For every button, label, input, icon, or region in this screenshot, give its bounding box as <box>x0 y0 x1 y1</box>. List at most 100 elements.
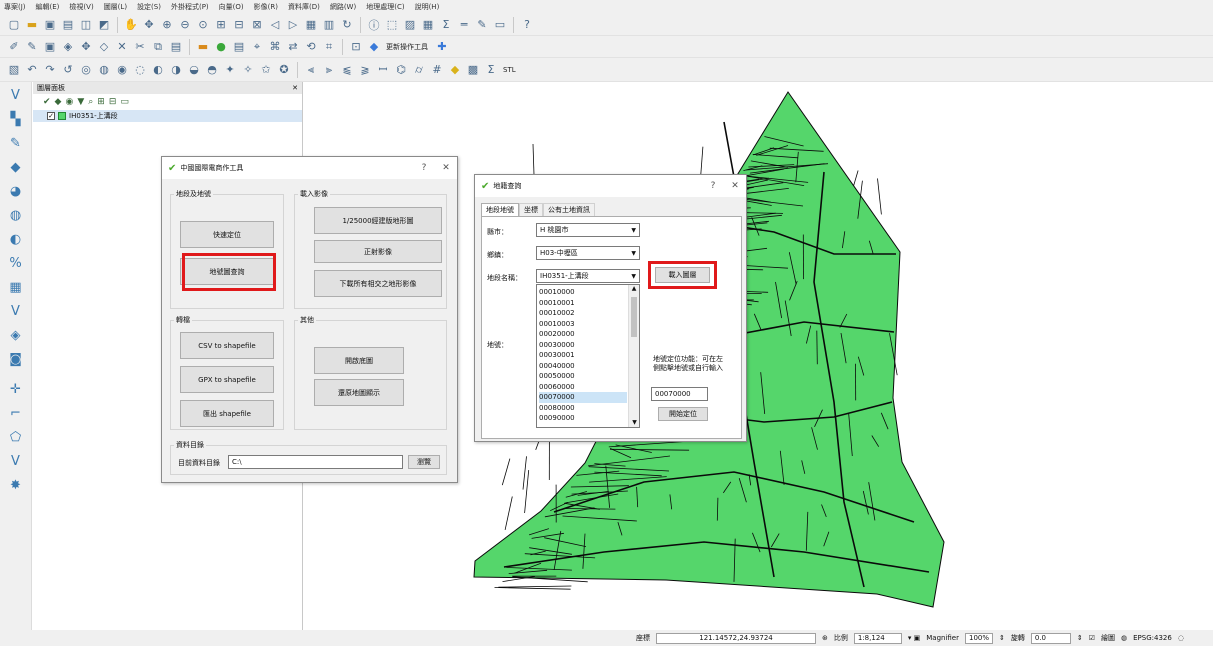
bookmark-icon[interactable]: ▥ <box>321 17 337 33</box>
undo-icon[interactable]: ↶ <box>24 62 40 78</box>
paste-icon[interactable]: ▤ <box>168 39 184 55</box>
edit-pencil-icon[interactable]: ✐ <box>6 39 22 55</box>
style-icon[interactable]: ● <box>213 39 229 55</box>
browse-button[interactable]: 瀏覽 <box>408 455 440 469</box>
expand-all-icon[interactable]: ⊞ <box>97 97 105 107</box>
data-folder-input[interactable]: C:\ <box>228 455 403 469</box>
topo-map-button[interactable]: 1/25000經建版地形圖 <box>314 207 442 234</box>
new-map-view-icon[interactable]: ▦ <box>303 17 319 33</box>
add-raster-layer-icon[interactable]: ▚ <box>7 110 25 128</box>
county-select[interactable]: H 桃園市 ▼ <box>536 223 640 237</box>
parcel-list-item[interactable]: 00050000 <box>539 371 627 382</box>
panel-close-icon[interactable]: ✕ <box>292 84 298 92</box>
gallery-icon[interactable]: ▩ <box>465 62 481 78</box>
statistics-icon[interactable]: Σ <box>438 17 454 33</box>
crs-label[interactable]: EPSG:4326 <box>1133 634 1172 642</box>
zoom-full-icon[interactable]: ⊙ <box>195 17 211 33</box>
gps-icon[interactable]: ✸ <box>7 476 25 494</box>
help-icon[interactable]: ? <box>519 17 535 33</box>
menu-raster[interactable]: 影像(R) <box>254 2 278 12</box>
quick-locate-button[interactable]: 快速定位 <box>180 221 274 248</box>
town-select[interactable]: H03-中壢區 ▼ <box>536 246 640 260</box>
refresh-icon[interactable]: ↻ <box>339 17 355 33</box>
delete-selected-icon[interactable]: ✕ <box>114 39 130 55</box>
parcel-list-item[interactable]: 00030001 <box>539 350 627 361</box>
move-label-icon[interactable]: ⇄ <box>285 39 301 55</box>
coordinate-field[interactable]: 121.14572,24.93724 <box>656 632 816 644</box>
parcel-list-item[interactable]: 00010001 <box>539 298 627 309</box>
csv-to-shapefile-button[interactable]: CSV to shapefile <box>180 332 274 359</box>
add-ring-icon[interactable]: ◎ <box>78 62 94 78</box>
menu-database[interactable]: 資料庫(D) <box>288 2 320 12</box>
parcel-list-item[interactable]: 00030000 <box>539 340 627 351</box>
add-postgis-icon[interactable]: ◕ <box>7 182 25 200</box>
lock-scale-icon[interactable]: ▾ ▣ <box>908 634 920 642</box>
label-tool-6-icon[interactable]: ⌬ <box>393 62 409 78</box>
add-spatialite-icon[interactable]: ◆ <box>7 158 25 176</box>
update-tool-icon[interactable]: ◆ <box>366 39 382 55</box>
parcel-list-item[interactable]: 00010002 <box>539 308 627 319</box>
zoom-next-icon[interactable]: ▷ <box>285 17 301 33</box>
reshape-icon[interactable]: ◑ <box>168 62 184 78</box>
pan-icon[interactable]: ✋ <box>123 17 139 33</box>
split-features-icon[interactable]: ◓ <box>204 62 220 78</box>
zoom-in-icon[interactable]: ⊕ <box>159 17 175 33</box>
menu-settings[interactable]: 設定(S) <box>137 2 161 12</box>
zoom-native-icon[interactable]: ⊠ <box>249 17 265 33</box>
globe-icon[interactable]: ◍ <box>1121 634 1127 642</box>
digitize-icon[interactable]: ▧ <box>6 62 22 78</box>
identify-icon[interactable]: ⓘ <box>366 17 382 33</box>
zoom-last-icon[interactable]: ◁ <box>267 17 283 33</box>
merge-icon[interactable]: ✧ <box>240 62 256 78</box>
digitize-point-icon[interactable]: ✛ <box>7 380 25 398</box>
tab-public-land[interactable]: 公有土地資訊 <box>543 203 595 216</box>
menu-vector[interactable]: 向量(O) <box>219 2 244 12</box>
parcel-list-item[interactable]: 00060000 <box>539 382 627 393</box>
add-feature-icon[interactable]: ◈ <box>60 39 76 55</box>
filter-legend-icon[interactable]: ▼ <box>77 97 84 107</box>
add-delimited-text-icon[interactable]: ✎ <box>7 134 25 152</box>
change-label-icon[interactable]: ⌗ <box>321 39 337 55</box>
scrollbar[interactable]: ▲ ▼ <box>628 285 639 427</box>
digitize-polygon-icon[interactable]: ⬠ <box>7 428 25 446</box>
messages-icon[interactable]: ◌ <box>1178 634 1184 642</box>
deselect-icon[interactable]: ▨ <box>402 17 418 33</box>
parcel-number-input[interactable]: 00070000 <box>651 387 708 401</box>
rotate-label-icon[interactable]: ⟲ <box>303 39 319 55</box>
layer-name[interactable]: IH0351-上溝段 <box>69 111 118 121</box>
menu-web[interactable]: 網路(W) <box>330 2 356 12</box>
new-print-layout-icon[interactable]: ◫ <box>78 17 94 33</box>
parcel-list-item[interactable]: 00090000 <box>539 413 627 424</box>
plugin-icon[interactable]: ✚ <box>434 39 450 55</box>
manage-visibility-icon[interactable]: ◉ <box>65 97 73 107</box>
parcel-list-item[interactable]: 00070000 <box>539 392 627 403</box>
pan-to-selection-icon[interactable]: ✥ <box>141 17 157 33</box>
fill-ring-icon[interactable]: ◉ <box>114 62 130 78</box>
add-wfs-icon[interactable]: ◐ <box>7 230 25 248</box>
close-button[interactable]: ✕ <box>435 163 457 173</box>
tab-coordinate[interactable]: 坐標 <box>519 203 543 216</box>
highlight-icon[interactable]: ◆ <box>447 62 463 78</box>
grid-icon[interactable]: # <box>429 62 445 78</box>
label-tool-7-icon[interactable]: ⌭ <box>411 62 427 78</box>
open-basemap-button[interactable]: 開啟底圖 <box>314 347 404 374</box>
open-project-icon[interactable]: ▬ <box>24 17 40 33</box>
menu-processing[interactable]: 地理處理(C) <box>366 2 404 12</box>
start-locate-button[interactable]: 開始定位 <box>658 407 708 421</box>
scrollbar-thumb[interactable] <box>631 297 637 337</box>
add-wms-icon[interactable]: ◍ <box>7 206 25 224</box>
magnifier-field[interactable]: 100% <box>964 632 993 644</box>
pin-labels-icon[interactable]: ⌖ <box>249 39 265 55</box>
zoom-selection-icon[interactable]: ⊞ <box>213 17 229 33</box>
menu-help[interactable]: 說明(H) <box>415 2 440 12</box>
attribute-table-icon[interactable]: ▦ <box>420 17 436 33</box>
help-button[interactable]: ? <box>702 181 724 191</box>
label-tool-3-icon[interactable]: ⫹ <box>339 62 355 78</box>
copy-icon[interactable]: ⧉ <box>150 39 166 55</box>
annotation-icon[interactable]: ✎ <box>474 17 490 33</box>
vertex-tool-icon[interactable]: ◇ <box>96 39 112 55</box>
new-project-icon[interactable]: ▢ <box>6 17 22 33</box>
zoom-out-icon[interactable]: ⊖ <box>177 17 193 33</box>
parcel-list-item[interactable]: 00010000 <box>539 287 627 298</box>
label-tool-4-icon[interactable]: ⫺ <box>357 62 373 78</box>
